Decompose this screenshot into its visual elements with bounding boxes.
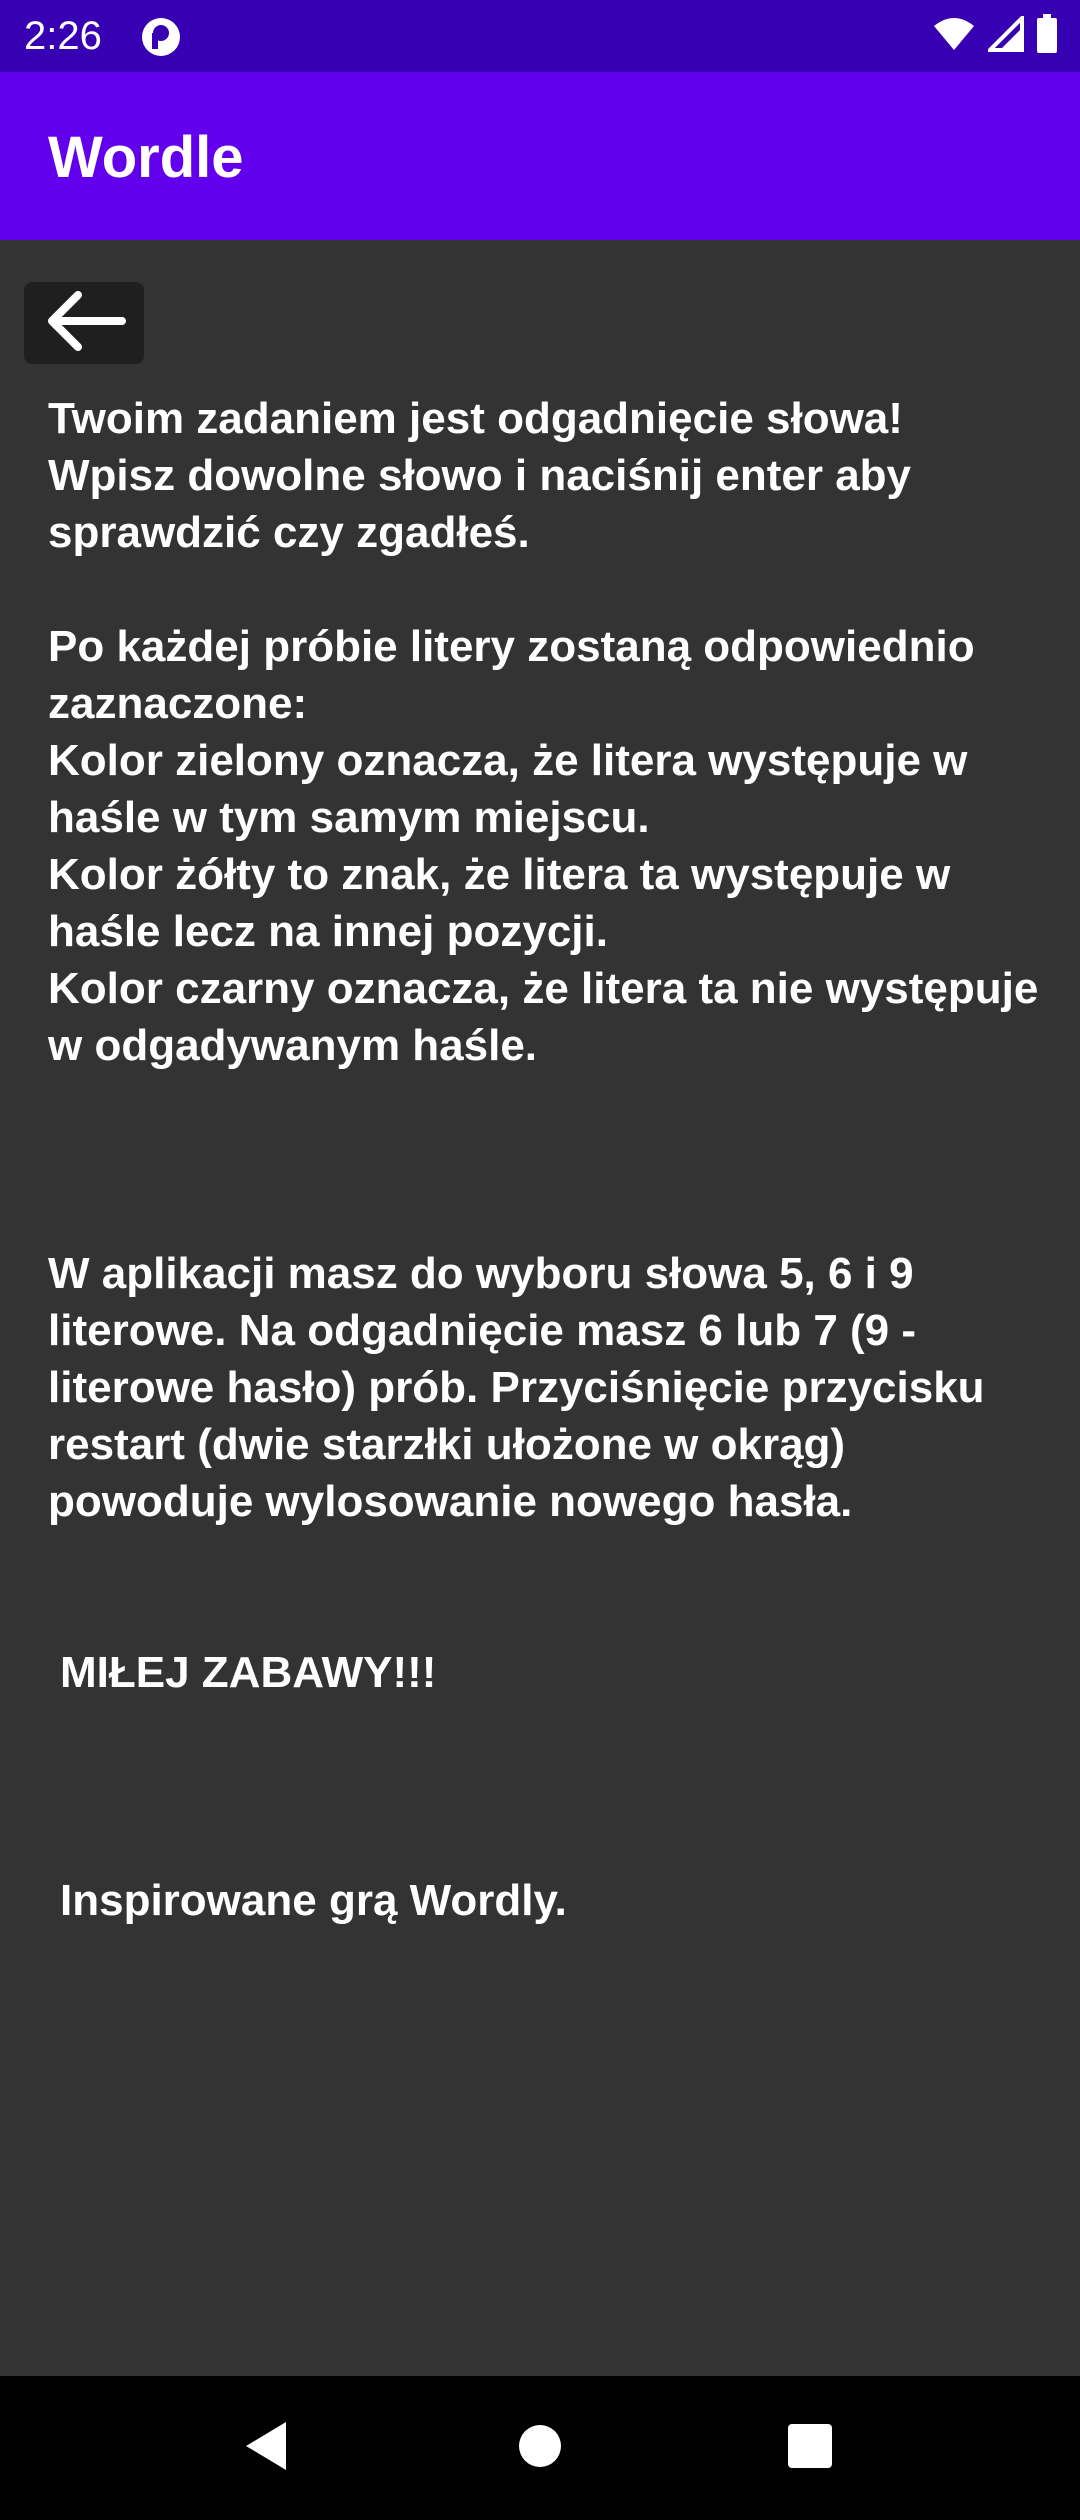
nav-back-button[interactable] xyxy=(226,2408,306,2488)
intro-text: Twoim zadaniem jest odgadnięcie słowa! W… xyxy=(48,394,912,557)
app-title: Wordle xyxy=(48,125,244,190)
instructions-text: Twoim zadaniem jest odgadnięcie słowa! W… xyxy=(48,390,1048,1929)
back-button[interactable] xyxy=(24,282,144,364)
battery-icon xyxy=(1036,13,1058,59)
credits-text: Inspirowane grą Wordly. xyxy=(60,1876,567,1925)
status-bar: 2:26 xyxy=(0,0,1080,72)
wifi-icon xyxy=(932,16,976,57)
status-time: 2:26 xyxy=(24,14,102,58)
home-circle-icon xyxy=(518,2424,562,2473)
nav-recents-button[interactable] xyxy=(770,2408,850,2488)
arrow-left-icon xyxy=(42,289,126,358)
back-triangle-icon xyxy=(242,2420,290,2477)
app-bar: Wordle xyxy=(0,72,1080,240)
greeting-text: MIŁEJ ZABAWY!!! xyxy=(60,1648,437,1697)
navigation-bar xyxy=(0,2376,1080,2520)
recents-square-icon xyxy=(787,2423,833,2474)
rules-text: Po każdej próbie litery zostaną odpowied… xyxy=(48,622,1039,1070)
app-screen: 2:26 Wordle Twoim zadaniem jest odgadnię… xyxy=(0,0,1080,2520)
status-icons xyxy=(932,12,1058,59)
signal-icon xyxy=(985,12,1024,57)
camera-app-icon xyxy=(140,16,182,58)
nav-home-button[interactable] xyxy=(500,2408,580,2488)
app-info-text: W aplikacji masz do wyboru słowa 5, 6 i … xyxy=(48,1249,985,1526)
